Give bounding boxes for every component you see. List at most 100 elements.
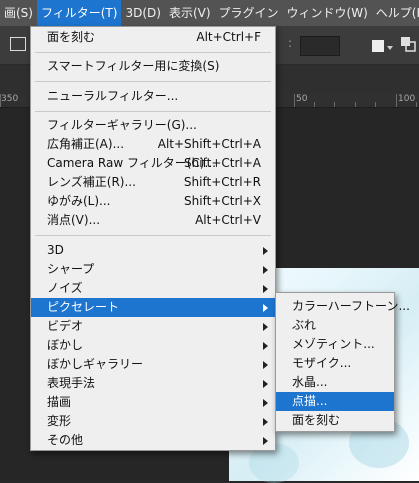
menu-item-label: ノイズ — [47, 281, 83, 295]
menu-item-distort[interactable]: 変形 — [31, 412, 275, 431]
menu-item-label: 描画 — [47, 395, 72, 409]
menu-item-label: ぼかし — [47, 338, 84, 352]
menu-item-label: スマートフィルター用に変換(S) — [47, 59, 220, 73]
menu-item-label: 水晶... — [292, 375, 328, 389]
menu-item-other[interactable]: その他 — [31, 431, 275, 450]
ruler-label: 50 — [296, 94, 308, 104]
menu-item-label: ニューラルフィルター... — [47, 89, 179, 103]
menu-item-shortcut: Alt+Ctrl+V — [195, 213, 261, 227]
menu-help[interactable]: ヘルプ(H) — [372, 0, 419, 26]
menu-item-camera-raw[interactable]: Camera Raw フィルター(C)... Shift+Ctrl+A — [31, 154, 275, 173]
submenu-arrow-icon — [263, 437, 268, 445]
submenu-arrow-icon — [263, 266, 268, 274]
ruler-label: 350 — [1, 94, 19, 104]
menu-item-sharpen[interactable]: シャープ — [31, 260, 275, 279]
menu-separator — [35, 81, 271, 82]
shape-square-icon[interactable] — [372, 40, 384, 52]
menu-item-shortcut: Shift+Ctrl+A — [184, 156, 261, 170]
menu-separator — [35, 52, 271, 53]
ruler-tick — [375, 102, 376, 107]
menu-item-last-filter[interactable]: 面を刻む Alt+Ctrl+F — [31, 28, 275, 47]
menu-item-shortcut: Shift+Ctrl+X — [184, 194, 261, 208]
menu-item-shortcut: Alt+Ctrl+F — [196, 30, 261, 44]
submenu-item-pointillize[interactable]: 点描... — [276, 392, 394, 411]
ruler-tick — [334, 102, 335, 107]
submenu-arrow-icon — [263, 342, 268, 350]
menu-item-label: メゾティント... — [292, 337, 375, 351]
menu-item-label: カラーハーフトーン... — [292, 299, 410, 313]
menu-item-label: ゆがみ(L)... — [47, 194, 111, 208]
ruler-tick — [396, 94, 397, 107]
menu-item-label: 面を刻む — [47, 30, 96, 44]
submenu-arrow-icon — [263, 323, 268, 331]
menu-plugins[interactable]: プラグイン — [215, 0, 283, 26]
menu-item-blur[interactable]: ぼかし — [31, 336, 275, 355]
menu-item-label: 消点(V)... — [47, 213, 101, 227]
menu-item-label: フィルターギャラリー(G)... — [47, 118, 197, 132]
menu-image[interactable]: 画(S) — [0, 0, 37, 26]
path-operations-icon[interactable] — [400, 36, 416, 52]
menu-item-noise[interactable]: ノイズ — [31, 279, 275, 298]
filter-menu: 面を刻む Alt+Ctrl+F スマートフィルター用に変換(S) ニューラルフィ… — [30, 26, 276, 451]
chevron-down-icon[interactable] — [387, 46, 393, 50]
menu-bar: 画(S) フィルター(T) 3D(D) 表示(V) プラグイン ウィンドウ(W)… — [0, 0, 419, 26]
menu-item-adaptive-wide-angle[interactable]: 広角補正(A)... Alt+Shift+Ctrl+A — [31, 135, 275, 154]
menu-item-label: 変形 — [47, 414, 72, 428]
submenu-item-mezzotint[interactable]: メゾティント... — [276, 335, 394, 354]
menu-item-3d[interactable]: 3D — [31, 241, 275, 260]
ruler-tick — [355, 102, 356, 107]
menu-separator — [35, 235, 271, 236]
ruler-tick — [416, 102, 417, 107]
menu-item-label: その他 — [47, 433, 84, 447]
options-field-right[interactable] — [300, 36, 340, 56]
submenu-arrow-icon — [263, 304, 268, 312]
submenu-arrow-icon — [263, 285, 268, 293]
menu-item-render[interactable]: 描画 — [31, 393, 275, 412]
menu-item-label: レンズ補正(R)... — [47, 175, 136, 189]
ruler-tick — [0, 94, 1, 107]
fill-swatch[interactable] — [10, 37, 26, 51]
menu-item-shortcut: Shift+Ctrl+R — [183, 175, 261, 189]
ruler-label: 100 — [398, 94, 416, 104]
menu-item-liquify[interactable]: ゆがみ(L)... Shift+Ctrl+X — [31, 192, 275, 211]
submenu-arrow-icon — [263, 247, 268, 255]
menu-item-video[interactable]: ビデオ — [31, 317, 275, 336]
menu-item-label: 広角補正(A)... — [47, 137, 125, 151]
menu-item-pixelate[interactable]: ピクセレート — [31, 298, 275, 317]
menu-view[interactable]: 表示(V) — [165, 0, 215, 26]
menu-item-shortcut: Alt+Shift+Ctrl+A — [157, 137, 261, 151]
submenu-item-fragment[interactable]: ぶれ — [276, 316, 394, 335]
submenu-item-color-halftone[interactable]: カラーハーフトーン... — [276, 297, 410, 316]
menu-item-label: シャープ — [47, 262, 95, 276]
menu-separator — [35, 111, 271, 112]
menu-item-vanishing-point[interactable]: 消点(V)... Alt+Ctrl+V — [31, 211, 275, 230]
options-separator: : — [288, 36, 293, 50]
submenu-arrow-icon — [263, 399, 268, 407]
menu-window[interactable]: ウィンドウ(W) — [283, 0, 372, 26]
submenu-item-facet[interactable]: 面を刻む — [276, 411, 394, 430]
menu-item-stylize[interactable]: 表現手法 — [31, 374, 275, 393]
menu-item-blur-gallery[interactable]: ぼかしギャラリー — [31, 355, 275, 374]
menu-item-label: ぼかしギャラリー — [47, 357, 144, 371]
ruler-tick — [314, 102, 315, 107]
menu-item-label: ビデオ — [47, 319, 84, 333]
ruler-tick — [294, 94, 295, 107]
submenu-item-crystallize[interactable]: 水晶... — [276, 373, 394, 392]
menu-item-label: 表現手法 — [47, 376, 96, 390]
menu-item-label: 点描... — [292, 394, 328, 408]
menu-item-filter-gallery[interactable]: フィルターギャラリー(G)... — [31, 116, 275, 135]
menu-item-label: 3D — [47, 243, 64, 257]
submenu-item-mosaic[interactable]: モザイク... — [276, 354, 394, 373]
submenu-arrow-icon — [263, 361, 268, 369]
pixelate-submenu: カラーハーフトーン... ぶれ メゾティント... モザイク... 水晶... … — [275, 292, 410, 432]
menu-item-smart-filter[interactable]: スマートフィルター用に変換(S) — [31, 57, 275, 76]
submenu-arrow-icon — [263, 380, 268, 388]
menu-item-label: モザイク... — [292, 356, 352, 370]
menu-item-label: 面を刻む — [292, 413, 341, 427]
menu-item-label: ピクセレート — [47, 300, 120, 314]
menu-item-neural-filters[interactable]: ニューラルフィルター... — [31, 87, 275, 106]
menu-filter[interactable]: フィルター(T) — [36, 0, 122, 26]
menu-3d[interactable]: 3D(D) — [121, 0, 164, 26]
menu-item-lens-correction[interactable]: レンズ補正(R)... Shift+Ctrl+R — [31, 173, 275, 192]
submenu-arrow-icon — [263, 418, 268, 426]
